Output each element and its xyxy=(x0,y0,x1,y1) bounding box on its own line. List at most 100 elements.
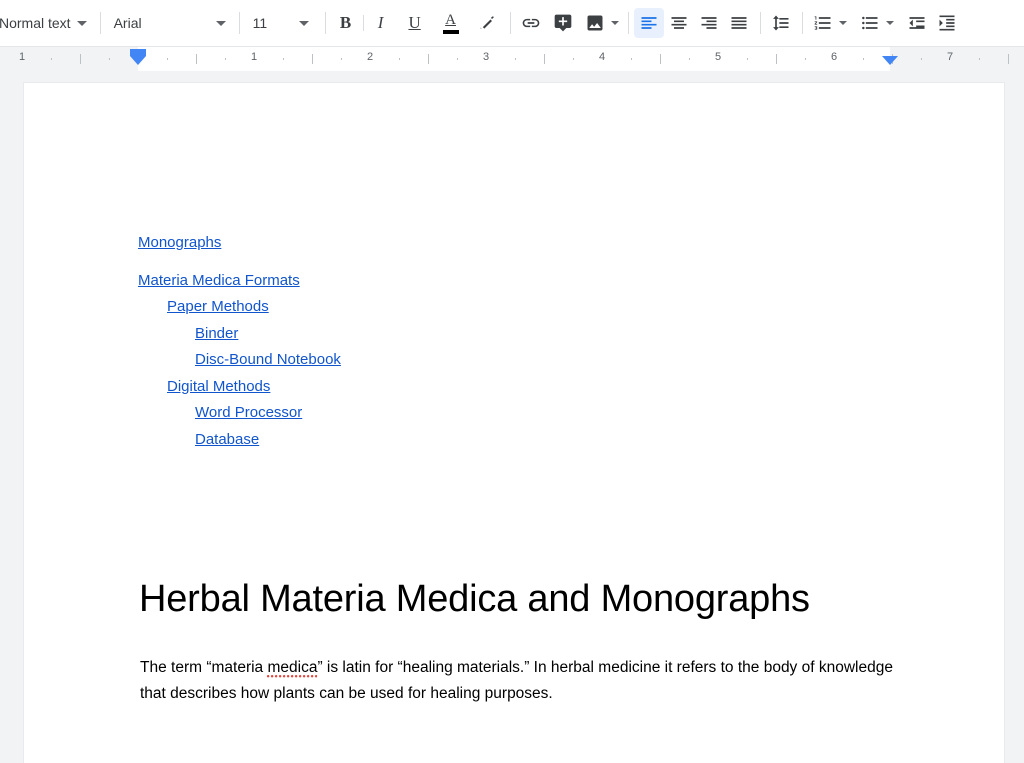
insert-image-control[interactable] xyxy=(580,8,623,38)
add-comment-icon xyxy=(554,14,571,32)
ruler-tick-minor xyxy=(167,58,168,60)
line-spacing-button[interactable] xyxy=(766,8,796,38)
underline-icon: U xyxy=(408,13,421,32)
increase-indent-button[interactable] xyxy=(932,8,962,38)
bulleted-list-icon xyxy=(861,16,878,30)
toc-link-word-processor[interactable]: Word Processor xyxy=(195,400,302,427)
document-editor-window: Normal text Arial 11 B I U A 1 1 2 3 4 5… xyxy=(0,0,1024,763)
toc-link-digital-methods[interactable]: Digital Methods xyxy=(167,374,270,401)
ruler-number: 2 xyxy=(366,51,374,63)
toc-link-paper-methods[interactable]: Paper Methods xyxy=(167,294,269,321)
chevron-down-icon xyxy=(76,20,87,26)
chevron-down-icon xyxy=(298,20,309,26)
numbered-list-control[interactable] xyxy=(808,8,851,38)
ruler-tick-minor xyxy=(80,58,81,60)
font-family-value: Arial xyxy=(113,15,142,31)
ruler-number: 1 xyxy=(18,51,26,63)
insert-image-icon xyxy=(587,15,603,31)
bulleted-list-button[interactable] xyxy=(855,8,885,38)
line-spacing-icon xyxy=(772,15,789,31)
toolbar-divider xyxy=(801,12,803,34)
numbered-list-icon xyxy=(814,16,831,30)
align-justify-icon xyxy=(731,17,747,29)
ruler-tick-minor xyxy=(283,58,284,60)
ruler-number: 5 xyxy=(714,51,722,63)
chevron-down-icon[interactable] xyxy=(885,21,894,25)
link-icon xyxy=(522,18,539,28)
ruler-number: 7 xyxy=(946,51,954,63)
bold-button[interactable]: B xyxy=(331,8,361,38)
add-comment-button[interactable] xyxy=(548,8,578,38)
ruler-tick-minor xyxy=(921,58,922,60)
toc-link-database[interactable]: Database xyxy=(195,427,259,454)
numbered-list-button[interactable] xyxy=(808,8,838,38)
font-family-dropdown[interactable]: Arial xyxy=(106,8,234,38)
toolbar-divider xyxy=(627,12,629,34)
text-color-icon: A xyxy=(445,11,456,28)
formatting-toolbar: Normal text Arial 11 B I U A xyxy=(0,0,1024,47)
ruler-number: 6 xyxy=(830,51,838,63)
toc-link-binder[interactable]: Binder xyxy=(195,321,238,348)
ruler-tick-minor xyxy=(341,58,342,60)
align-left-button[interactable] xyxy=(633,8,664,38)
toc-link-materia-medica-formats[interactable]: Materia Medica Formats xyxy=(138,268,300,295)
horizontal-ruler[interactable]: 1 1 2 3 4 5 6 7 xyxy=(0,47,1024,71)
toc-link-monographs[interactable]: Monographs xyxy=(138,230,221,257)
ruler-tick-minor xyxy=(631,58,632,60)
font-size-dropdown[interactable]: 11 xyxy=(245,8,317,38)
ruler-tick-minor xyxy=(747,58,748,60)
align-left-icon xyxy=(641,17,657,29)
toc-link-disc-bound-notebook[interactable]: Disc-Bound Notebook xyxy=(195,347,341,374)
insert-image-button[interactable] xyxy=(580,8,610,38)
underline-button[interactable]: U xyxy=(400,8,430,38)
intro-paragraph: The term “materia medica” is latin for “… xyxy=(140,655,900,707)
ruler-tick-minor xyxy=(689,58,690,60)
decrease-indent-button[interactable] xyxy=(902,8,932,38)
chevron-down-icon[interactable] xyxy=(610,21,619,25)
text-color-swatch xyxy=(442,29,459,34)
ruler-number: 1 xyxy=(250,51,258,63)
ruler-tick-minor xyxy=(979,58,980,60)
chevron-down-icon[interactable] xyxy=(838,21,847,25)
ruler-tick-minor xyxy=(863,58,864,60)
bulleted-list-control[interactable] xyxy=(855,8,898,38)
document-page[interactable]: Monographs Materia Medica Formats Paper … xyxy=(23,82,1005,763)
italic-icon: I xyxy=(377,13,384,32)
bold-icon: B xyxy=(339,13,352,32)
right-indent-marker[interactable] xyxy=(882,56,898,65)
insert-link-button[interactable] xyxy=(516,8,546,38)
toolbar-divider xyxy=(238,12,240,34)
align-justify-button[interactable] xyxy=(724,8,754,38)
ruler-tick xyxy=(776,54,777,64)
ruler-tick xyxy=(544,54,545,64)
ruler-tick xyxy=(428,54,429,64)
toolbar-divider xyxy=(759,12,761,34)
toc-spacer xyxy=(138,257,938,268)
misspelled-word[interactable]: medica xyxy=(267,658,318,678)
chevron-down-icon xyxy=(215,20,226,26)
highlight-color-button[interactable] xyxy=(472,8,502,38)
paragraph-style-dropdown[interactable]: Normal text xyxy=(0,8,95,38)
intro-text-part1: The term “materia xyxy=(140,658,268,676)
toolbar-divider xyxy=(324,12,326,34)
ruler-tick-minor xyxy=(805,58,806,60)
ruler-tick-minor xyxy=(51,58,52,60)
italic-button[interactable]: I xyxy=(366,8,396,38)
align-right-icon xyxy=(701,17,717,29)
align-center-button[interactable] xyxy=(664,8,694,38)
decrease-indent-icon xyxy=(909,17,925,29)
increase-indent-icon xyxy=(939,15,955,31)
ruler-number: 4 xyxy=(598,51,606,63)
ruler-tick-minor xyxy=(515,58,516,60)
font-size-value: 11 xyxy=(252,15,268,31)
paragraph-style-value: Normal text xyxy=(0,15,71,31)
ruler-tick xyxy=(196,54,197,64)
highlight-pen-icon xyxy=(480,16,494,29)
text-color-button[interactable]: A xyxy=(436,8,466,38)
align-right-button[interactable] xyxy=(694,8,724,38)
document-canvas[interactable]: Monographs Materia Medica Formats Paper … xyxy=(0,71,1024,763)
ruler-tick-minor xyxy=(225,58,226,60)
align-center-icon xyxy=(671,17,687,29)
ruler-tick xyxy=(660,54,661,64)
ruler-number: 3 xyxy=(482,51,490,63)
